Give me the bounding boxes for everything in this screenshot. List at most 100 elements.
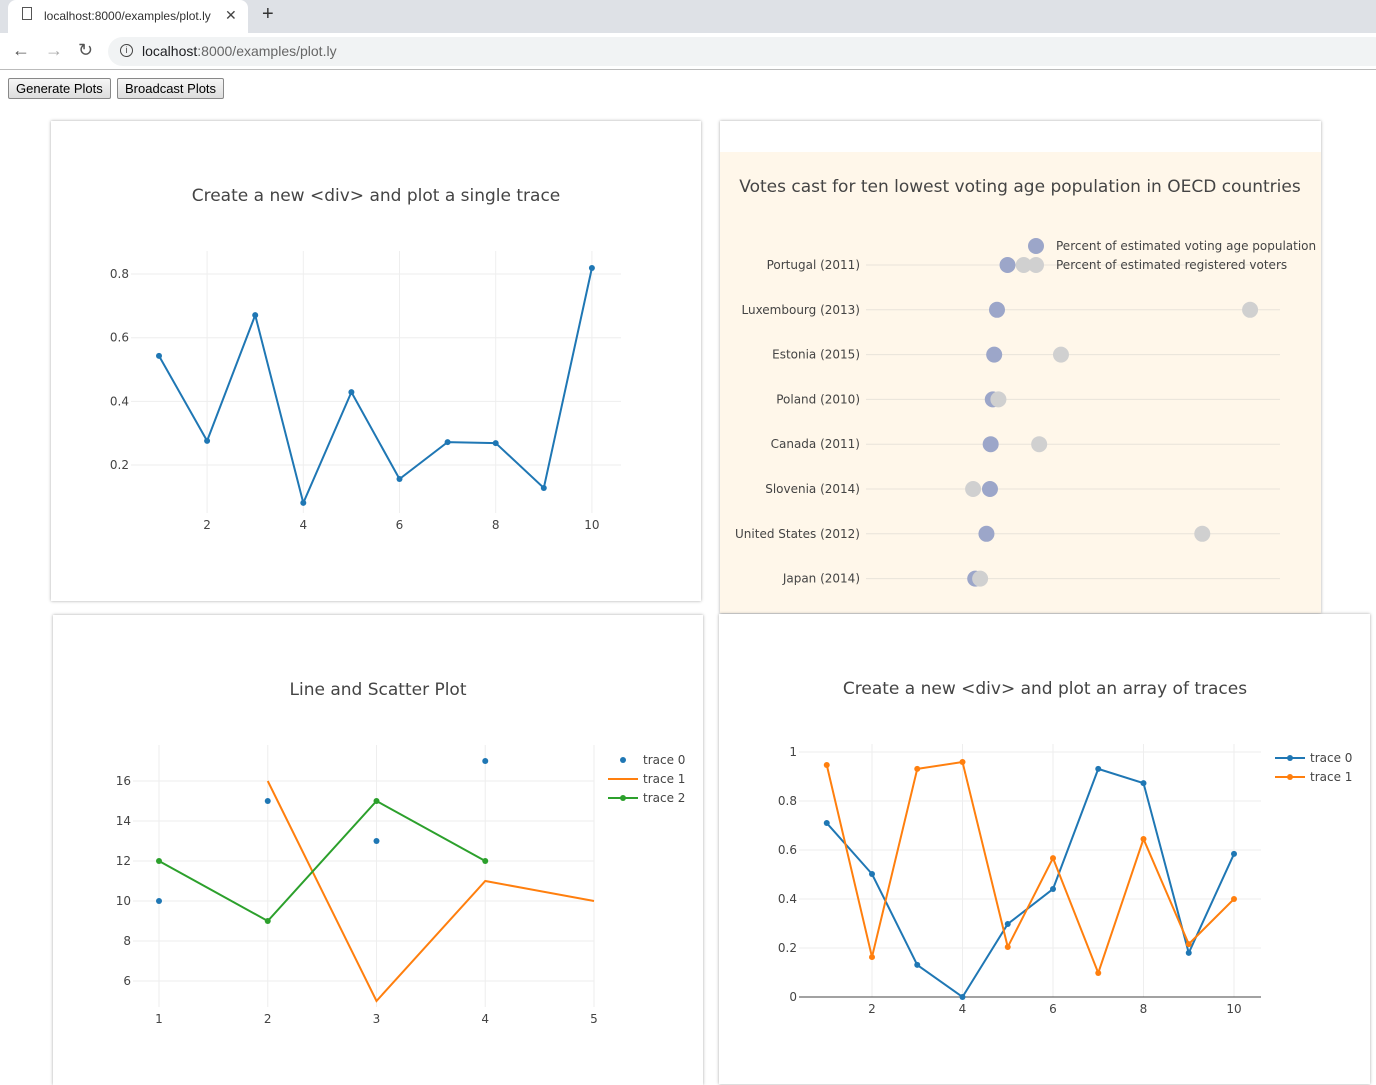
data-point [264, 798, 271, 804]
data-point [1194, 525, 1211, 542]
chart-title: Create a new <div> and plot a single tra… [192, 186, 561, 206]
data-point [959, 759, 966, 766]
legend-label: trace 0 [1310, 751, 1352, 765]
data-point [1031, 436, 1048, 453]
data-point [252, 312, 259, 319]
data-point [482, 758, 489, 764]
data-point [540, 484, 547, 491]
x-tick-label: 4 [481, 1012, 489, 1026]
y-tick-label: 0.2 [110, 458, 129, 472]
forward-icon[interactable]: → [45, 40, 63, 61]
y-tick-label: 12 [116, 854, 131, 868]
data-point [156, 352, 162, 359]
data-point [1095, 969, 1102, 976]
address-bar[interactable]: i localhost:8000/examples/plot.ly [108, 37, 1376, 66]
legend-marker [1287, 774, 1293, 780]
navigation-bar: ← → ↻ i localhost:8000/examples/plot.ly [0, 33, 1376, 70]
data-point [1004, 920, 1011, 927]
category-label: Portugal (2011) [767, 258, 860, 272]
y-tick-label: 0.4 [778, 892, 797, 906]
y-tick-label: 1 [789, 745, 797, 759]
category-label: Japan (2014) [782, 572, 860, 586]
y-tick-label: 0.8 [110, 267, 129, 281]
legend-label: Percent of estimated registered voters [1056, 258, 1287, 272]
category-label: Luxembourg (2013) [741, 303, 860, 317]
tab-title: localhost:8000/examples/plot.ly [44, 9, 211, 23]
x-tick-label: 8 [1140, 1002, 1148, 1016]
data-point [869, 871, 875, 878]
y-tick-label: 8 [123, 934, 131, 948]
data-point [1004, 944, 1011, 951]
x-tick-label: 2 [203, 518, 211, 532]
generate-plots-button[interactable]: Generate Plots [8, 78, 111, 99]
url-text[interactable]: localhost:8000/examples/plot.ly [142, 43, 337, 59]
data-point [300, 499, 307, 506]
plot-background [720, 152, 1321, 613]
legend-label: trace 1 [1310, 770, 1352, 784]
x-tick-label: 6 [396, 518, 404, 532]
category-label: Estonia (2015) [772, 348, 860, 362]
x-tick-label: 2 [868, 1002, 876, 1016]
browser-tab[interactable]: localhost:8000/examples/plot.ly ✕ [8, 0, 248, 33]
chart-title: Line and Scatter Plot [290, 680, 467, 700]
info-icon[interactable]: i [120, 44, 133, 57]
data-point [156, 858, 162, 864]
x-tick-label: 10 [584, 518, 599, 532]
legend-marker [620, 795, 626, 801]
data-point [1052, 346, 1069, 363]
legend-marker [1287, 755, 1293, 761]
back-icon[interactable]: ← [12, 40, 30, 61]
chart-single-trace: Create a new <div> and plot a single tra… [110, 186, 621, 532]
y-tick-label: 16 [116, 774, 131, 788]
legend-marker [1028, 238, 1044, 254]
y-tick-label: 6 [123, 974, 131, 988]
y-tick-label: 0.6 [778, 843, 797, 857]
legend-marker [620, 757, 626, 763]
data-point [999, 257, 1016, 273]
data-point [348, 389, 355, 396]
data-point [1050, 885, 1056, 892]
data-point [989, 301, 1005, 318]
category-label: United States (2012) [735, 527, 860, 541]
x-tick-label: 5 [590, 1012, 598, 1026]
x-tick-label: 1 [155, 1012, 163, 1026]
chart-title: Votes cast for ten lowest voting age pop… [739, 177, 1301, 197]
category-label: Canada (2011) [771, 437, 860, 451]
data-point [978, 525, 995, 542]
close-tab-icon[interactable]: ✕ [225, 7, 237, 24]
y-tick-label: 0 [789, 990, 797, 1004]
chart-votes: Votes cast for ten lowest voting age pop… [720, 152, 1321, 613]
category-label: Slovenia (2014) [765, 482, 860, 496]
y-tick-label: 0.4 [110, 394, 129, 408]
data-point [982, 436, 999, 453]
y-tick-label: 10 [116, 894, 131, 908]
reload-icon[interactable]: ↻ [78, 40, 93, 61]
data-point [1231, 896, 1237, 902]
data-point [396, 476, 403, 483]
chart-array-traces: Create a new <div> and plot an array of … [778, 679, 1353, 1016]
data-point [492, 440, 499, 447]
data-point [965, 481, 982, 497]
data-point [823, 820, 830, 827]
y-tick-label: 0.2 [778, 941, 797, 955]
data-point [959, 994, 966, 1000]
data-point [1050, 855, 1056, 862]
single-trace-plot: Create a new <div> and plot a single tra… [51, 121, 701, 601]
legend-label: Percent of estimated voting age populati… [1056, 239, 1316, 253]
data-point [1242, 301, 1259, 318]
data-point [373, 798, 380, 804]
x-tick-label: 3 [373, 1012, 381, 1026]
data-point [1231, 850, 1237, 857]
line-scatter-plot: Line and Scatter Plot 1 2 3 4 5 6 8 10 12 14 16 trac… [53, 615, 703, 1085]
new-tab-icon[interactable]: + [262, 3, 274, 26]
x-tick-label: 6 [1049, 1002, 1057, 1016]
chart-line-scatter: Line and Scatter Plot1 2 3 4 56810121416trac… [116, 680, 686, 1026]
page-icon [22, 7, 32, 20]
data-point [264, 918, 271, 924]
series-line [158, 267, 593, 506]
x-tick-label: 4 [299, 518, 307, 532]
broadcast-plots-button[interactable]: Broadcast Plots [117, 78, 225, 99]
x-tick-label: 10 [1226, 1002, 1241, 1016]
data-point [156, 898, 162, 904]
data-point [1140, 780, 1147, 787]
